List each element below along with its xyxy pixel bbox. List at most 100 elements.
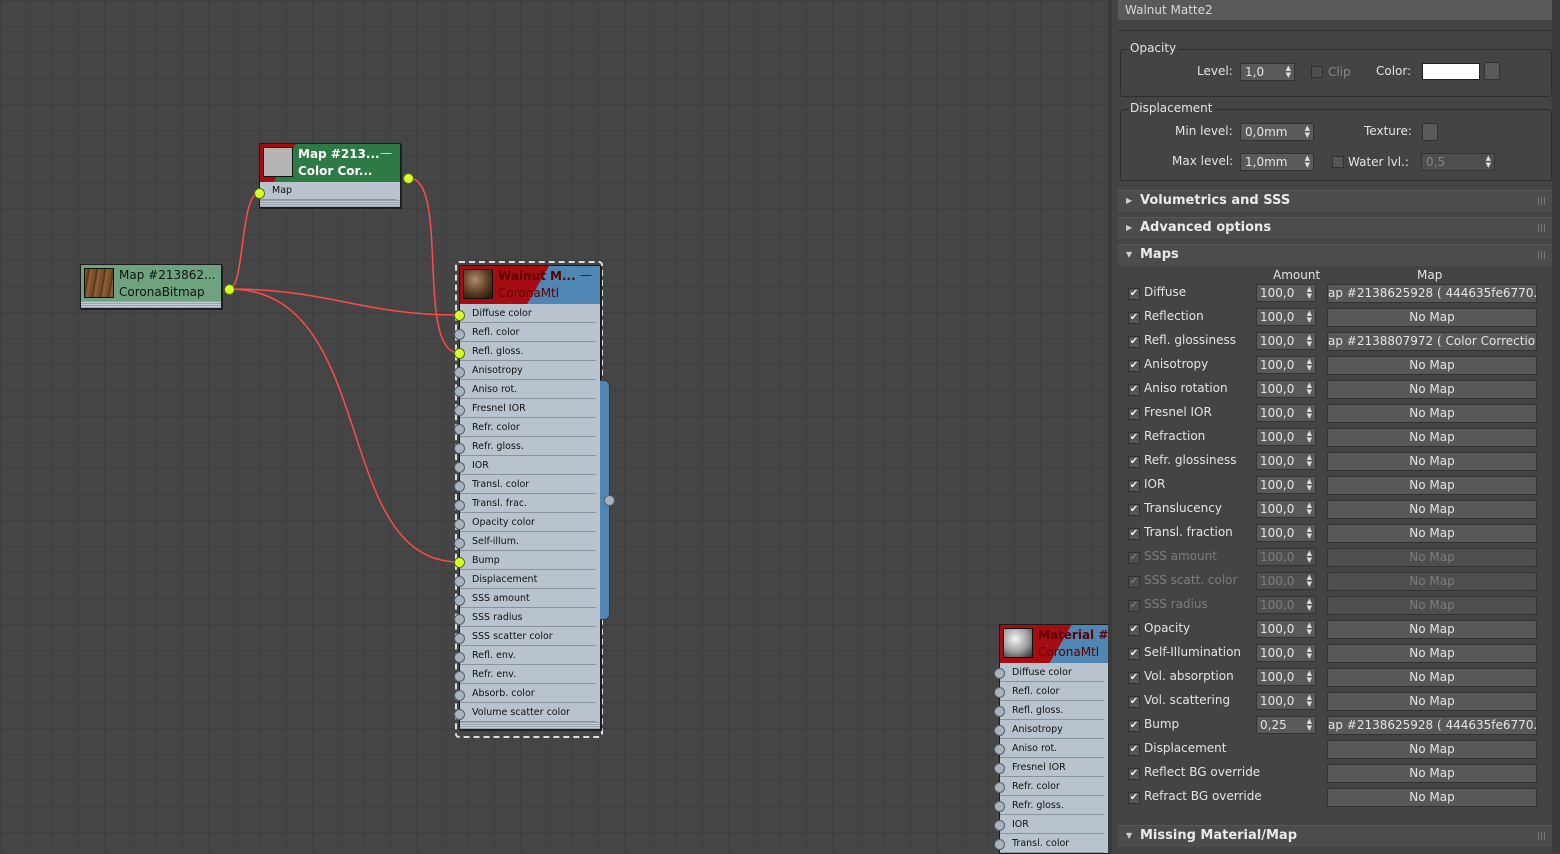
input-socket[interactable]	[454, 462, 465, 473]
node-walnut-material[interactable]: Walnut M... CoronaMtl — Diffuse color Ref…	[459, 265, 601, 730]
input-socket[interactable]	[454, 709, 465, 720]
collapse-icon[interactable]: —	[380, 146, 392, 160]
map-slot-button[interactable]: No Map	[1327, 308, 1537, 327]
input-socket[interactable]	[454, 633, 465, 644]
max-level-spinner[interactable]: 1,0mm ▲ ▼	[1240, 153, 1314, 171]
map-amount-spinner[interactable]: 100,0 ▲ ▼	[1256, 548, 1316, 566]
spinner-arrows-icon[interactable]: ▲ ▼	[1307, 334, 1312, 348]
map-enable-checkbox[interactable]: ✔	[1128, 672, 1140, 684]
input-socket[interactable]	[454, 576, 465, 587]
map-amount-spinner[interactable]: 100,0 ▲ ▼	[1256, 284, 1316, 302]
map-amount-spinner[interactable]: 100,0 ▲ ▼	[1256, 692, 1316, 710]
map-enable-checkbox[interactable]: ✔	[1128, 552, 1140, 564]
spinner-arrows-icon[interactable]: ▲ ▼	[1307, 502, 1312, 516]
input-socket[interactable]	[994, 782, 1005, 793]
node-color-correction[interactable]: Map #213... Color Cor... — Map	[259, 143, 401, 208]
map-enable-checkbox[interactable]: ✔	[1128, 288, 1140, 300]
input-socket[interactable]	[994, 668, 1005, 679]
map-slot-button[interactable]: ap #2138807972 ( Color Correction	[1327, 332, 1537, 351]
input-socket[interactable]	[454, 329, 465, 340]
map-enable-checkbox[interactable]: ✔	[1128, 744, 1140, 756]
map-amount-spinner[interactable]: 100,0 ▲ ▼	[1256, 452, 1316, 470]
spinner-arrows-icon[interactable]: ▲ ▼	[1307, 430, 1312, 444]
material-name-field[interactable]: Walnut Matte2	[1118, 0, 1552, 20]
map-slot-button[interactable]: No Map	[1327, 572, 1537, 591]
map-amount-spinner[interactable]: 100,0 ▲ ▼	[1256, 356, 1316, 374]
input-socket[interactable]	[994, 725, 1005, 736]
map-enable-checkbox[interactable]: ✔	[1128, 528, 1140, 540]
input-socket[interactable]	[454, 557, 465, 568]
spinner-arrows-icon[interactable]: ▲ ▼	[1307, 478, 1312, 492]
map-slot-button[interactable]: No Map	[1327, 740, 1537, 759]
map-enable-checkbox[interactable]: ✔	[1128, 456, 1140, 468]
map-amount-spinner[interactable]: 100,0 ▲ ▼	[1256, 308, 1316, 326]
input-socket[interactable]	[454, 614, 465, 625]
rollout-missing-material[interactable]: ▼ Missing Material/Map	[1118, 825, 1552, 847]
input-socket[interactable]	[454, 481, 465, 492]
input-socket[interactable]	[454, 386, 465, 397]
node-corona-bitmap[interactable]: Map #213862... CoronaBitmap	[80, 264, 222, 309]
clip-checkbox[interactable]	[1311, 66, 1323, 78]
opacity-map-button[interactable]	[1484, 62, 1500, 80]
spinner-arrows-icon[interactable]: ▲ ▼	[1307, 406, 1312, 420]
input-socket[interactable]	[454, 443, 465, 454]
texture-map-button[interactable]	[1422, 123, 1438, 141]
map-enable-checkbox[interactable]: ✔	[1128, 360, 1140, 372]
map-slot-button[interactable]: No Map	[1327, 404, 1537, 423]
map-slot-button[interactable]: No Map	[1327, 428, 1537, 447]
spinner-arrows-icon[interactable]: ▲ ▼	[1307, 718, 1312, 732]
input-socket[interactable]	[994, 706, 1005, 717]
spinner-arrows-icon[interactable]: ▲ ▼	[1307, 622, 1312, 636]
map-slot-button[interactable]: No Map	[1327, 788, 1537, 807]
walnut-output-socket[interactable]	[604, 495, 615, 506]
map-slot-button[interactable]: ap #2138625928 ( 444635fe6770.jpg	[1327, 284, 1537, 303]
input-socket[interactable]	[994, 839, 1005, 850]
spinner-arrows-icon[interactable]: ▲ ▼	[1307, 286, 1312, 300]
map-enable-checkbox[interactable]: ✔	[1128, 432, 1140, 444]
map-slot-button[interactable]: No Map	[1327, 596, 1537, 615]
panel-scrollbar[interactable]	[1552, 0, 1560, 853]
input-socket[interactable]	[454, 538, 465, 549]
map-enable-checkbox[interactable]: ✔	[1128, 480, 1140, 492]
input-socket[interactable]	[454, 405, 465, 416]
opacity-level-spinner[interactable]: 1,0 ▲ ▼	[1240, 63, 1295, 81]
map-enable-checkbox[interactable]: ✔	[1128, 576, 1140, 588]
input-socket[interactable]	[454, 652, 465, 663]
spinner-arrows-icon[interactable]: ▲ ▼	[1307, 310, 1312, 324]
node-editor-canvas[interactable]: Map #213862... CoronaBitmap Map #213... …	[0, 0, 1122, 854]
rollout-maps[interactable]: ▼ Maps	[1118, 244, 1552, 266]
map-enable-checkbox[interactable]: ✔	[1128, 504, 1140, 516]
map-slot-button[interactable]: No Map	[1327, 452, 1537, 471]
map-enable-checkbox[interactable]: ✔	[1128, 336, 1140, 348]
colorcorr-output-socket[interactable]	[403, 173, 414, 184]
spinner-arrows-icon[interactable]: ▲ ▼	[1305, 125, 1310, 139]
input-socket[interactable]	[454, 500, 465, 511]
spinner-arrows-icon[interactable]: ▲ ▼	[1307, 550, 1312, 564]
map-amount-spinner[interactable]: 100,0 ▲ ▼	[1256, 572, 1316, 590]
map-amount-spinner[interactable]: 0,25 ▲ ▼	[1256, 716, 1316, 734]
map-slot-button[interactable]: No Map	[1327, 644, 1537, 663]
collapse-icon[interactable]: —	[580, 268, 592, 282]
opacity-color-swatch[interactable]	[1422, 63, 1480, 80]
map-slot-button[interactable]: No Map	[1327, 764, 1537, 783]
input-socket[interactable]	[454, 367, 465, 378]
spinner-arrows-icon[interactable]: ▲ ▼	[1486, 155, 1491, 169]
spinner-arrows-icon[interactable]: ▲ ▼	[1307, 646, 1312, 660]
input-socket[interactable]	[454, 519, 465, 530]
rollout-advanced[interactable]: ▶ Advanced options	[1118, 217, 1552, 239]
map-slot-button[interactable]: No Map	[1327, 620, 1537, 639]
rollout-volumetrics[interactable]: ▶ Volumetrics and SSS	[1118, 190, 1552, 212]
map-amount-spinner[interactable]: 100,0 ▲ ▼	[1256, 596, 1316, 614]
map-amount-spinner[interactable]: 100,0 ▲ ▼	[1256, 380, 1316, 398]
map-enable-checkbox[interactable]: ✔	[1128, 408, 1140, 420]
map-slot-button[interactable]: No Map	[1327, 668, 1537, 687]
map-amount-spinner[interactable]: 100,0 ▲ ▼	[1256, 644, 1316, 662]
input-socket[interactable]	[454, 595, 465, 606]
map-enable-checkbox[interactable]: ✔	[1128, 648, 1140, 660]
map-amount-spinner[interactable]: 100,0 ▲ ▼	[1256, 404, 1316, 422]
map-slot-button[interactable]: ap #2138625928 ( 444635fe6770.jpg	[1327, 716, 1537, 735]
map-slot-button[interactable]: No Map	[1327, 500, 1537, 519]
map-enable-checkbox[interactable]: ✔	[1128, 312, 1140, 324]
input-socket[interactable]	[454, 310, 465, 321]
input-socket[interactable]	[454, 348, 465, 359]
